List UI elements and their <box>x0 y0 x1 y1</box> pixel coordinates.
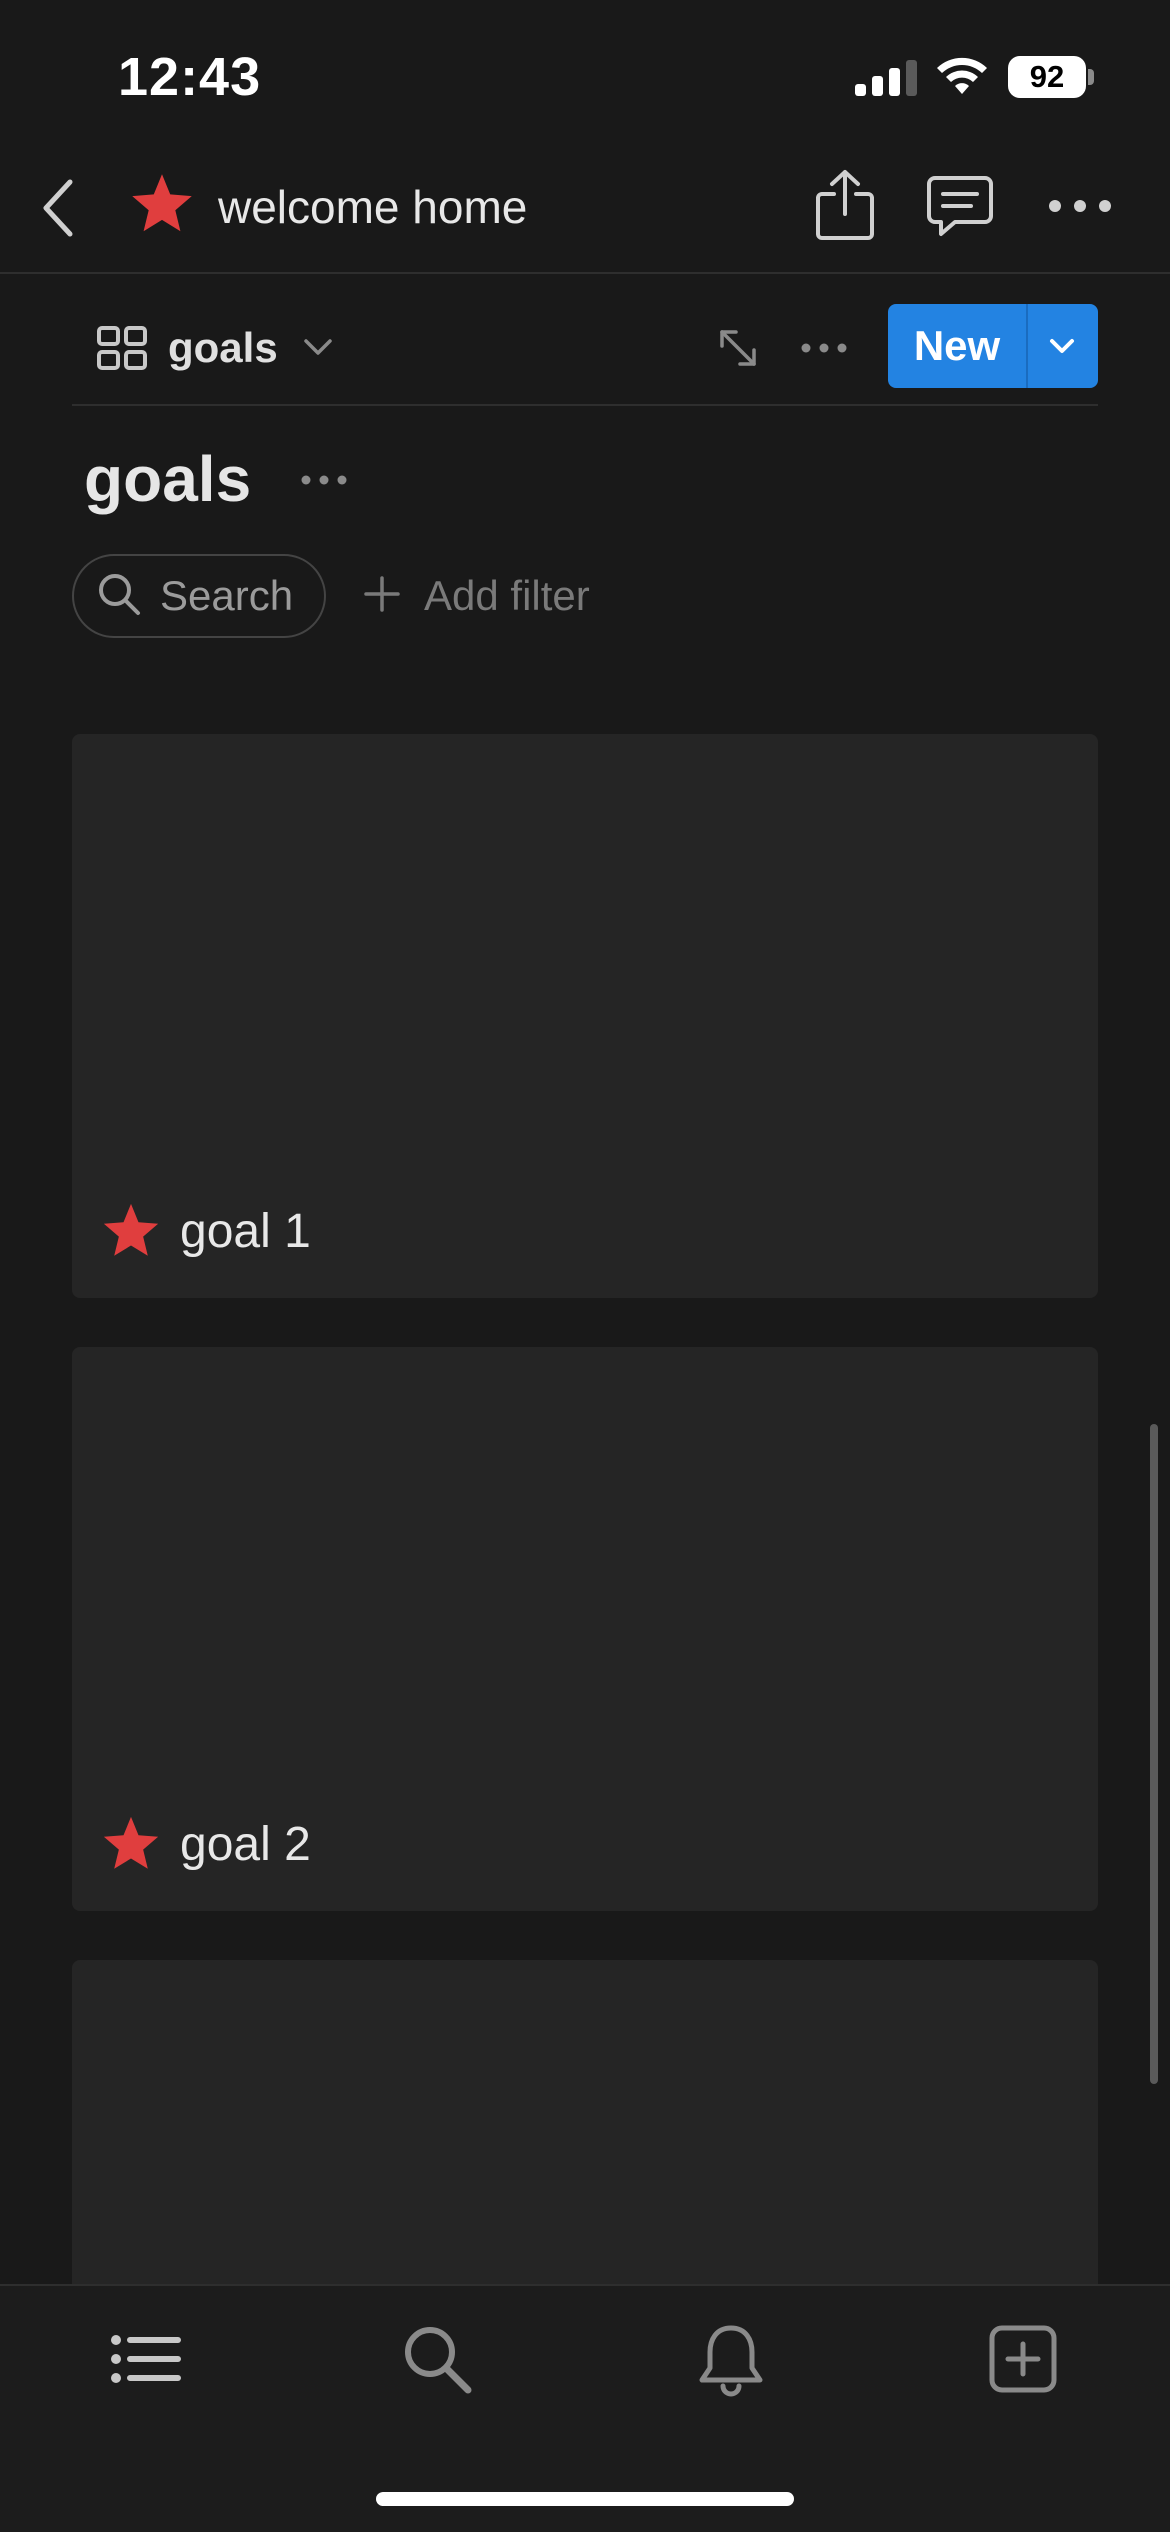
card-title[interactable]: goal 1 <box>180 1204 311 1259</box>
star-icon <box>103 1203 159 1256</box>
new-button-divider <box>1026 304 1028 388</box>
new-page-icon[interactable] <box>984 2320 1062 2398</box>
status-time: 12:43 <box>118 47 262 107</box>
star-icon <box>132 174 192 232</box>
back-icon[interactable] <box>36 176 80 240</box>
wifi-icon <box>937 57 987 94</box>
database-more-icon[interactable] <box>300 468 348 492</box>
search-label: Search <box>160 572 294 619</box>
battery-icon: 92 <box>1008 56 1094 98</box>
battery-level: 92 <box>1008 56 1086 98</box>
share-icon[interactable] <box>812 168 878 242</box>
card-title[interactable]: goal 2 <box>180 1817 311 1872</box>
expand-icon[interactable] <box>716 326 760 370</box>
home-indicator <box>376 2492 794 2506</box>
chevron-down-icon[interactable] <box>302 336 334 358</box>
scrollbar[interactable] <box>1150 1424 1158 2084</box>
new-button[interactable]: New <box>888 304 1098 388</box>
plus-icon[interactable] <box>362 574 402 614</box>
new-dropdown-chevron-icon[interactable] <box>1044 334 1080 358</box>
more-icon[interactable] <box>1045 186 1115 226</box>
gallery-card[interactable] <box>72 1960 1098 2284</box>
new-button-label[interactable]: New <box>888 304 1026 388</box>
bell-icon[interactable] <box>692 2320 770 2398</box>
search-icon <box>99 574 140 615</box>
star-icon <box>103 1816 159 1869</box>
list-icon[interactable] <box>106 2320 184 2398</box>
database-title[interactable]: goals <box>84 442 251 516</box>
view-more-icon[interactable] <box>800 336 848 360</box>
view-name[interactable]: goals <box>168 324 278 372</box>
add-filter-button[interactable]: Add filter <box>424 572 590 620</box>
page-title[interactable]: welcome home <box>218 180 527 234</box>
signal-icon <box>855 60 917 96</box>
gallery-view-icon[interactable] <box>96 325 148 371</box>
search-icon[interactable] <box>398 2320 476 2398</box>
comment-icon[interactable] <box>925 172 995 242</box>
